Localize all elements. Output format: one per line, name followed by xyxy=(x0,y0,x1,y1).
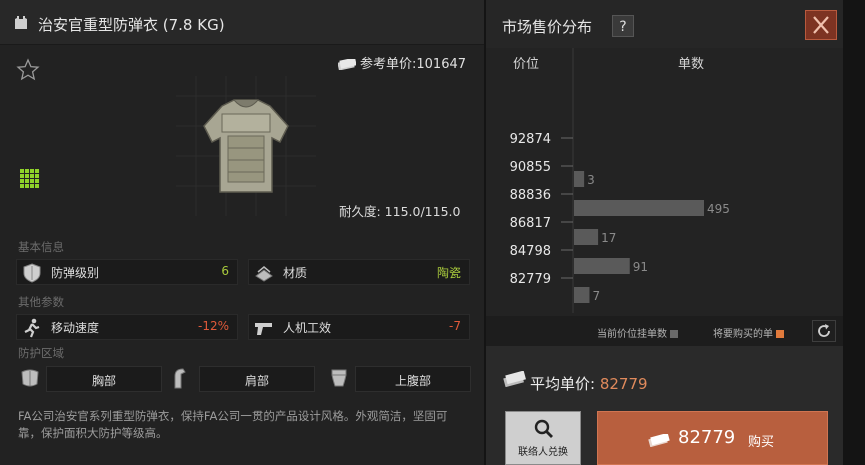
price-tick-label: 82779 xyxy=(510,272,551,287)
stat-value: -12% xyxy=(197,319,229,333)
price-tick-label: 84798 xyxy=(510,244,551,259)
stat-material: 材质 陶瓷 xyxy=(248,259,470,285)
order-count-label: 3 xyxy=(587,173,595,187)
order-count-label: 7 xyxy=(592,289,600,303)
shoulder-icon xyxy=(171,366,195,390)
buy-label: 购买 xyxy=(748,435,775,450)
legend-label: 将要购买的单 xyxy=(713,329,773,340)
stat-label: 人机工效 xyxy=(283,321,332,335)
item-image xyxy=(176,76,316,216)
contact-exchange-button[interactable]: 联络人兑换 xyxy=(505,411,581,465)
stat-move-speed: 移动速度 -12% xyxy=(16,314,238,340)
chest-icon xyxy=(18,366,42,390)
shield-icon xyxy=(21,262,43,284)
legend-swatch-gray xyxy=(670,330,679,338)
zone-label: 肩部 xyxy=(244,374,269,388)
durability: 耐久度: 115.0/115.0 xyxy=(339,204,461,219)
price-distribution-chart: 9287490855888368681784798827793495179172… xyxy=(510,48,730,313)
order-count-bar xyxy=(574,229,599,245)
reference-price-text: 参考单价:101647 xyxy=(360,57,467,72)
refresh-button[interactable] xyxy=(812,320,836,342)
market-title: 市场售价分布 xyxy=(502,18,593,36)
order-count-bar xyxy=(574,200,704,216)
price-tick-label: 90855 xyxy=(510,160,551,175)
order-count-bar xyxy=(574,171,585,187)
material-icon xyxy=(253,262,275,284)
zone-shoulder: 肩部 xyxy=(199,366,315,392)
order-count-label: 495 xyxy=(707,202,730,216)
price-tick-label: 86817 xyxy=(510,216,551,231)
average-price-label: 平均单价: xyxy=(530,375,596,393)
zone-label: 胸部 xyxy=(91,374,116,388)
abdomen-icon xyxy=(327,366,351,390)
pistol-icon xyxy=(253,317,275,339)
buy-button[interactable]: 82779 购买 xyxy=(597,411,828,465)
order-count-bar xyxy=(574,258,630,274)
vest-type-icon xyxy=(14,15,28,30)
item-title: 治安官重型防弹衣 (7.8 KG) xyxy=(38,16,225,34)
help-button[interactable]: ? xyxy=(612,15,634,37)
section-basic-info: 基本信息 xyxy=(18,240,64,254)
order-count-label: 17 xyxy=(601,231,616,245)
buy-price: 82779 xyxy=(678,427,736,448)
refresh-icon xyxy=(818,324,830,337)
close-icon xyxy=(813,16,829,34)
average-price-value: 82779 xyxy=(599,375,648,393)
order-count-label: 91 xyxy=(633,260,648,274)
stat-label: 移动速度 xyxy=(51,321,100,335)
zone-label: 上腹部 xyxy=(394,374,431,388)
section-protection-zones: 防护区域 xyxy=(18,346,64,360)
legend-swatch-orange xyxy=(776,330,785,338)
price-tick-label: 88836 xyxy=(510,188,551,203)
search-icon xyxy=(534,419,553,438)
money-icon xyxy=(502,370,526,391)
contact-exchange-label: 联络人兑换 xyxy=(518,447,568,458)
stat-value: 陶瓷 xyxy=(436,266,461,280)
money-icon xyxy=(337,57,357,71)
running-icon xyxy=(21,317,43,339)
stat-value: -7 xyxy=(449,319,461,333)
favorite-star-icon[interactable] xyxy=(16,58,40,82)
item-description: FA公司治安官系列重型防弹衣，保持FA公司一贯的产品设计风格。外观简洁，坚固可靠… xyxy=(18,409,448,440)
price-tick-label: 92874 xyxy=(510,132,551,147)
money-icon xyxy=(648,432,670,448)
zone-chest: 胸部 xyxy=(46,366,162,392)
legend-to-buy: 将要购买的单 xyxy=(713,325,785,340)
stat-ergonomics: 人机工效 -7 xyxy=(248,314,470,340)
zone-upper-abdomen: 上腹部 xyxy=(355,366,471,392)
inventory-size-icon xyxy=(20,169,40,189)
section-other-params: 其他参数 xyxy=(18,295,64,309)
order-count-bar xyxy=(574,287,590,303)
close-button[interactable] xyxy=(805,10,837,40)
legend-current-orders: 当前价位挂单数 xyxy=(597,325,679,340)
reference-price: 参考单价:101647 xyxy=(337,53,467,72)
stat-label: 材质 xyxy=(283,266,308,280)
stat-armor-level: 防弹级别 6 xyxy=(16,259,238,285)
stat-label: 防弹级别 xyxy=(51,266,100,280)
legend-label: 当前价位挂单数 xyxy=(597,329,667,340)
stat-value: 6 xyxy=(221,264,229,278)
average-price: 平均单价: 82779 xyxy=(530,373,648,394)
